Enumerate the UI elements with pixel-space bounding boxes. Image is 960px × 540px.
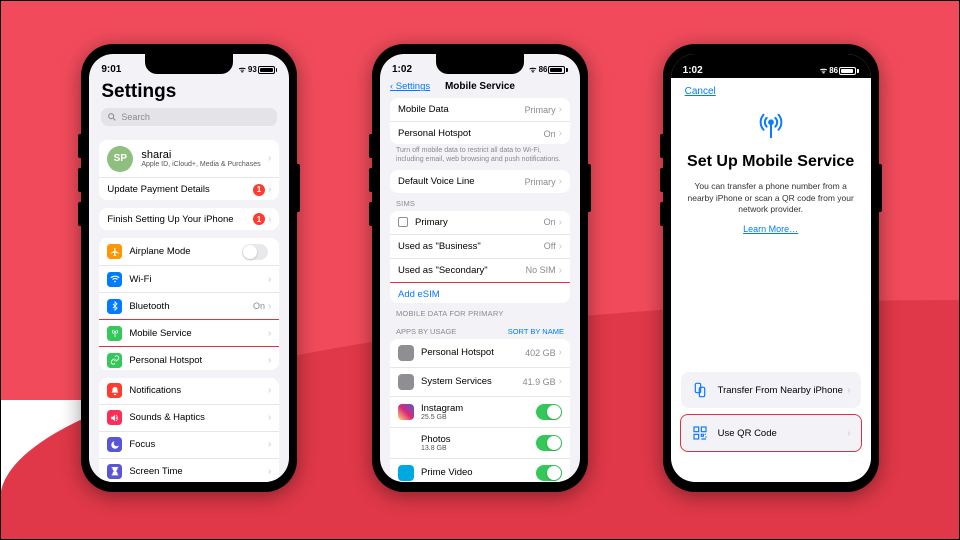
row-primary[interactable]: PrimaryOn› xyxy=(390,211,570,234)
row-sounds-haptics[interactable]: Sounds & Haptics› xyxy=(99,404,279,431)
row-mobile-service[interactable]: Mobile Service› xyxy=(99,319,279,346)
search-input[interactable]: Search xyxy=(101,108,277,126)
chevron-right-icon: › xyxy=(268,153,271,164)
row-airplane-mode[interactable]: Airplane Mode xyxy=(99,238,279,265)
row-personal-hotspot[interactable]: Personal Hotspot402 GB› xyxy=(390,339,570,367)
battery-icon: 93 xyxy=(248,65,277,74)
wifi-icon: ᯤ xyxy=(239,64,246,75)
row-personal-hotspot[interactable]: Personal HotspotOn› xyxy=(390,121,570,144)
bell-icon xyxy=(107,383,122,398)
phone-settings: 9:01 ᯤ 93 Settings Search SP sharai Appl… xyxy=(81,44,297,492)
row-notifications[interactable]: Notifications› xyxy=(99,378,279,404)
wifi-icon xyxy=(107,272,122,287)
row-focus[interactable]: Focus› xyxy=(99,431,279,458)
nav-bar: ‹ Settings Mobile Service xyxy=(380,77,580,98)
connectivity-section: Airplane ModeWi-Fi›BluetoothOn›Mobile Se… xyxy=(99,238,279,370)
page-title: Settings xyxy=(101,81,277,103)
row-wi-fi[interactable]: Wi-Fi› xyxy=(99,265,279,292)
account-section: SP sharai Apple ID, iCloud+, Media & Pur… xyxy=(99,140,279,199)
toggle[interactable] xyxy=(536,465,562,481)
row-personal-hotspot[interactable]: Personal Hotspot› xyxy=(99,346,279,370)
row-system-services[interactable]: System Services41.9 GB› xyxy=(390,367,570,396)
back-button[interactable]: ‹ Settings xyxy=(390,81,430,92)
toggle[interactable] xyxy=(536,435,562,451)
row-prime-video[interactable]: Prime Video xyxy=(390,458,570,482)
link-icon xyxy=(107,353,122,368)
badge: 1 xyxy=(253,184,265,196)
row-default-voice[interactable]: Default Voice Line Primary› xyxy=(390,170,570,192)
setup-title: Set Up Mobile Service xyxy=(687,153,854,171)
option-qr[interactable]: Use QR Code› xyxy=(681,415,861,451)
moon-icon xyxy=(107,437,122,452)
airplane-icon xyxy=(107,244,122,259)
setup-desc: You can transfer a phone number from a n… xyxy=(687,181,855,215)
toggle[interactable] xyxy=(242,244,268,260)
alert-setup[interactable]: Finish Setting Up Your iPhone 1 › xyxy=(99,208,279,230)
status-time: 9:01 xyxy=(101,64,121,75)
sort-button[interactable]: SORT BY NAME xyxy=(508,327,564,336)
alert-payment[interactable]: Update Payment Details 1 › xyxy=(99,177,279,199)
phone-setup-esim: 1:02 ᯤ 86 Cancel Set Up Mobile Service Y… xyxy=(663,44,879,492)
footnote: Turn off mobile data to restrict all dat… xyxy=(380,144,580,165)
add-esim-button[interactable]: Add eSIM xyxy=(390,282,570,303)
row-screen-time[interactable]: Screen Time› xyxy=(99,458,279,482)
notifications-section: Notifications›Sounds & Haptics›Focus›Scr… xyxy=(99,378,279,482)
qr-icon xyxy=(691,424,709,442)
row-used-as-secondary-[interactable]: Used as "Secondary"No SIM› xyxy=(390,258,570,282)
cancel-button[interactable]: Cancel xyxy=(685,86,716,97)
antenna-icon xyxy=(107,326,122,341)
row-bluetooth[interactable]: BluetoothOn› xyxy=(99,292,279,319)
antenna-icon xyxy=(756,111,786,143)
transfer-icon xyxy=(691,381,709,399)
option-transfer[interactable]: Transfer From Nearby iPhone› xyxy=(681,372,861,408)
row-photos[interactable]: Photos13.8 GB xyxy=(390,427,570,458)
phone-mobile-service: 1:02 ᯤ 86 ‹ Settings Mobile Service Mobi… xyxy=(372,44,588,492)
bluetooth-icon xyxy=(107,299,122,314)
row-used-as-business-[interactable]: Used as "Business"Off› xyxy=(390,234,570,258)
row-instagram[interactable]: Instagram25.5 GB xyxy=(390,396,570,427)
avatar: SP xyxy=(107,146,133,172)
speaker-icon xyxy=(107,410,122,425)
account-row[interactable]: SP sharai Apple ID, iCloud+, Media & Pur… xyxy=(99,140,279,177)
sims-header: SIMs xyxy=(380,193,580,211)
hourglass-icon xyxy=(107,464,122,479)
toggle[interactable] xyxy=(536,404,562,420)
learn-more-link[interactable]: Learn More… xyxy=(743,224,798,234)
row-mobile-data[interactable]: Mobile DataPrimary› xyxy=(390,98,570,121)
